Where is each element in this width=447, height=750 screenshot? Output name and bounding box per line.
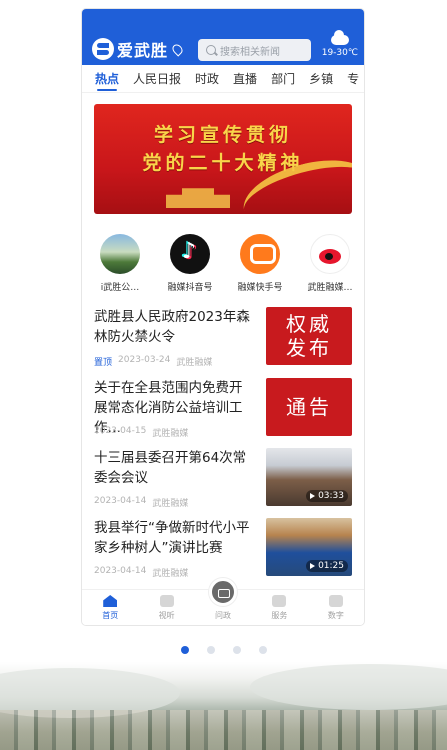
news-title: 我县举行“争做新时代小平家乡种树人”演讲比赛: [94, 520, 250, 556]
page-dot-active[interactable]: [180, 646, 189, 654]
app-header: 爱武胜 搜索相关新闻 19-30℃: [82, 9, 364, 65]
news-item[interactable]: 武胜县人民政府2023年森林防火禁火令 置顶 2023-03-24 武胜融媒 权…: [94, 307, 352, 369]
cloud-icon: [330, 30, 349, 45]
phone-screen: 爱武胜 搜索相关新闻 19-30℃ 热点 人民日报 时政 直播 部门 乡镇 专 …: [82, 9, 364, 625]
hero-banner[interactable]: 学习宣传贯彻 党的二十大精神: [94, 104, 352, 214]
news-title: 武胜县人民政府2023年森林防火禁火令: [94, 309, 250, 345]
page-dot[interactable]: [232, 646, 241, 654]
news-date: 2023-04-14: [94, 496, 147, 506]
news-source: 武胜融媒: [152, 499, 189, 509]
town-landscape-image: [0, 662, 447, 750]
thumbnail-text: 通告: [286, 395, 332, 419]
home-icon: [103, 595, 118, 607]
news-title: 十三届县委召开第64次常委会会议: [94, 450, 247, 486]
tab-politics[interactable]: 时政: [188, 65, 226, 92]
news-meta: 2023-04-14 武胜融媒: [94, 496, 188, 509]
weibo-icon: [310, 234, 350, 274]
channel-kuaishou[interactable]: 融媒快手号: [228, 234, 292, 293]
news-thumbnail: 03:33: [266, 448, 352, 506]
hill-shape: [250, 664, 447, 710]
channel-iwusheng[interactable]: i武胜公…: [88, 234, 152, 293]
channel-tabs: 热点 人民日报 时政 直播 部门 乡镇 专: [82, 65, 364, 93]
nav-digital[interactable]: 数字: [308, 590, 364, 625]
video-duration-badge: 01:25: [306, 560, 348, 572]
news-date: 2023-04-14: [94, 566, 147, 576]
nav-audiovisual[interactable]: 视听: [138, 590, 194, 625]
page-dot[interactable]: [206, 646, 215, 654]
media-channels: i武胜公… 融媒抖音号 融媒快手号 武胜融媒…: [82, 234, 364, 293]
kuaishou-icon: [240, 234, 280, 274]
news-thumbnail: 通告: [266, 378, 352, 436]
search-input[interactable]: 搜索相关新闻: [198, 39, 311, 61]
news-meta: 置顶 2023-03-24 武胜融媒: [94, 355, 212, 368]
news-meta: 2023-04-15 武胜融媒: [94, 426, 188, 439]
nav-label: 视听: [158, 611, 175, 620]
news-item[interactable]: 关于在全县范围内免费开展常态化消防公益培训工作… 2023-04-15 武胜融媒…: [94, 378, 352, 440]
video-duration: 01:25: [318, 561, 344, 571]
tiananmen-graphic: [166, 188, 230, 208]
news-item[interactable]: 十三届县委召开第64次常委会会议 2023-04-14 武胜融媒 03:33: [94, 448, 352, 510]
village-roofs: [0, 710, 447, 750]
page-indicator: [0, 646, 447, 654]
news-source: 武胜融媒: [152, 429, 189, 439]
channel-douyin[interactable]: 融媒抖音号: [158, 234, 222, 293]
nav-label: 服务: [271, 611, 288, 620]
message-icon: [209, 578, 238, 606]
weather-widget[interactable]: 19-30℃: [321, 30, 358, 58]
play-icon: [310, 493, 316, 499]
heart-icon: [272, 595, 287, 607]
tab-departments[interactable]: 部门: [264, 65, 302, 92]
nav-home[interactable]: 首页: [82, 590, 138, 625]
tiktok-icon: [170, 234, 210, 274]
news-source: 武胜融媒: [176, 358, 213, 368]
news-thumbnail: 权威 发布: [266, 307, 352, 365]
tab-more[interactable]: 专: [340, 65, 364, 92]
video-duration-badge: 03:33: [306, 490, 348, 502]
search-placeholder: 搜索相关新闻: [220, 46, 280, 58]
channel-weibo[interactable]: 武胜融媒…: [298, 234, 362, 293]
tab-hot[interactable]: 热点: [88, 65, 126, 92]
play-circle-icon: [159, 595, 174, 607]
play-icon: [310, 563, 316, 569]
news-date: 2023-03-24: [118, 355, 171, 365]
nav-services[interactable]: 服务: [251, 590, 307, 625]
weather-temperature: 19-30℃: [321, 48, 358, 58]
channel-label: 融媒抖音号: [167, 283, 213, 293]
nav-inquiry[interactable]: 问政: [195, 578, 251, 625]
nav-label: 问政: [215, 611, 232, 620]
tab-live[interactable]: 直播: [226, 65, 264, 92]
thumbnail-text: 权威 发布: [286, 312, 332, 360]
channel-label: i武胜公…: [100, 283, 140, 293]
banner-line-1: 学习宣传贯彻: [153, 124, 292, 146]
bottom-navigation: 首页 视听 问政 服务 数字: [82, 578, 364, 625]
news-thumbnail: 01:25: [266, 518, 352, 576]
news-date: 2023-04-15: [94, 426, 147, 436]
pinned-badge: 置顶: [94, 358, 113, 368]
app-name: 爱武胜: [117, 41, 169, 60]
grid-icon: [328, 595, 343, 607]
logo-mark-icon: [92, 38, 114, 60]
channel-label: 武胜融媒…: [307, 283, 353, 293]
tab-peoples-daily[interactable]: 人民日报: [126, 65, 188, 92]
channel-label: 融媒快手号: [237, 283, 283, 293]
photo-icon: [100, 234, 140, 274]
nav-label: 数字: [327, 611, 344, 620]
news-item[interactable]: 我县举行“争做新时代小平家乡种树人”演讲比赛 2023-04-14 武胜融媒 0…: [94, 518, 352, 580]
tab-towns[interactable]: 乡镇: [302, 65, 340, 92]
search-icon: [206, 45, 216, 55]
app-logo: 爱武胜: [92, 37, 185, 61]
page-dot[interactable]: [258, 646, 267, 654]
news-meta: 2023-04-14 武胜融媒: [94, 566, 188, 579]
news-source: 武胜融媒: [152, 569, 189, 579]
nav-label: 首页: [102, 611, 119, 620]
location-pin-icon[interactable]: [170, 41, 185, 57]
video-duration: 03:33: [318, 491, 344, 501]
